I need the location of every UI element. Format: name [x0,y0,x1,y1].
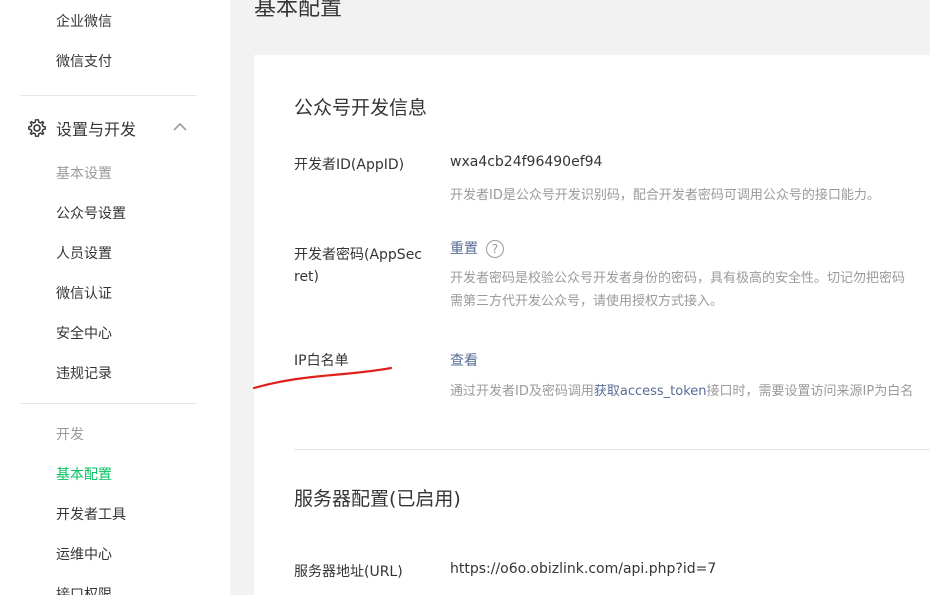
appsecret-actions: 重置? [450,238,504,258]
sidebar-item-staff-settings[interactable]: 人员设置 [56,243,112,263]
sidebar-item-ops-center[interactable]: 运维中心 [56,544,112,564]
ip-desc-suffix: 接口时，需要设置访问来源IP为白名 [706,384,914,399]
sidebar-group-basic-settings: 基本设置 [56,166,112,182]
appsecret-description-line2: 需第三方代开发公众号，请使用授权方式接入。 [450,294,724,309]
ip-desc-prefix: 通过开发者ID及密码调用 [450,384,594,399]
help-icon[interactable]: ? [486,240,504,258]
sidebar-item-account-settings[interactable]: 公众号设置 [56,203,126,223]
appsecret-description-line1: 开发者密码是校验公众号开发者身份的密码，具有极高的安全性。切记勿把密码 [450,271,906,286]
sidebar-item-basic-config[interactable]: 基本配置 [56,464,112,484]
access-token-link[interactable]: 获取access_token [594,384,707,399]
appsecret-label: 开发者密码(AppSecret) [294,247,423,285]
appid-value: wxa4cb24f96490ef94 [450,154,603,170]
server-url-value: https://o6o.obizlink.com/api.php?id=7 [450,561,717,577]
sidebar-item-wechat-verification[interactable]: 微信认证 [56,283,112,303]
page-title: 基本配置 [254,0,343,21]
sidebar: 企业微信 微信支付 设置与开发 基本设置 公众号设置 人员设置 微信认证 安全中… [0,0,230,595]
sidebar-divider [20,95,197,96]
sidebar-item-violation-records[interactable]: 违规记录 [56,363,112,383]
sidebar-item-api-permissions[interactable]: 接口权限 [56,584,112,595]
sidebar-item-developer-tools[interactable]: 开发者工具 [56,504,126,524]
appid-label: 开发者ID(AppID) [294,157,405,173]
gear-icon [28,119,46,137]
reset-secret-link[interactable]: 重置 [450,241,478,257]
main-card: 公众号开发信息 开发者ID(AppID) wxa4cb24f96490ef94 … [254,55,930,595]
sidebar-item-enterprise-wechat[interactable]: 企业微信 [56,11,112,31]
dev-info-title: 公众号开发信息 [294,97,428,119]
ip-whitelist-actions: 查看 [450,350,478,370]
server-config-title: 服务器配置(已启用) [294,488,461,510]
view-ip-whitelist-link[interactable]: 查看 [450,353,478,369]
sidebar-item-wechat-pay[interactable]: 微信支付 [56,51,112,71]
chevron-up-icon[interactable] [171,118,189,136]
sidebar-divider [20,403,197,404]
sidebar-group-dev: 开发 [56,427,84,443]
ip-whitelist-description: 通过开发者ID及密码调用获取access_token接口时，需要设置访问来源IP… [450,380,913,404]
ip-whitelist-label: IP白名单 [294,353,349,369]
server-url-label: 服务器地址(URL) [294,564,403,580]
sidebar-section-title: 设置与开发 [56,120,137,139]
appid-description: 开发者ID是公众号开发识别码，配合开发者密码可调用公众号的接口能力。 [450,188,880,203]
sidebar-item-security-center[interactable]: 安全中心 [56,323,112,343]
section-divider [294,449,930,450]
sidebar-section-settings-dev[interactable]: 设置与开发 [27,116,197,140]
